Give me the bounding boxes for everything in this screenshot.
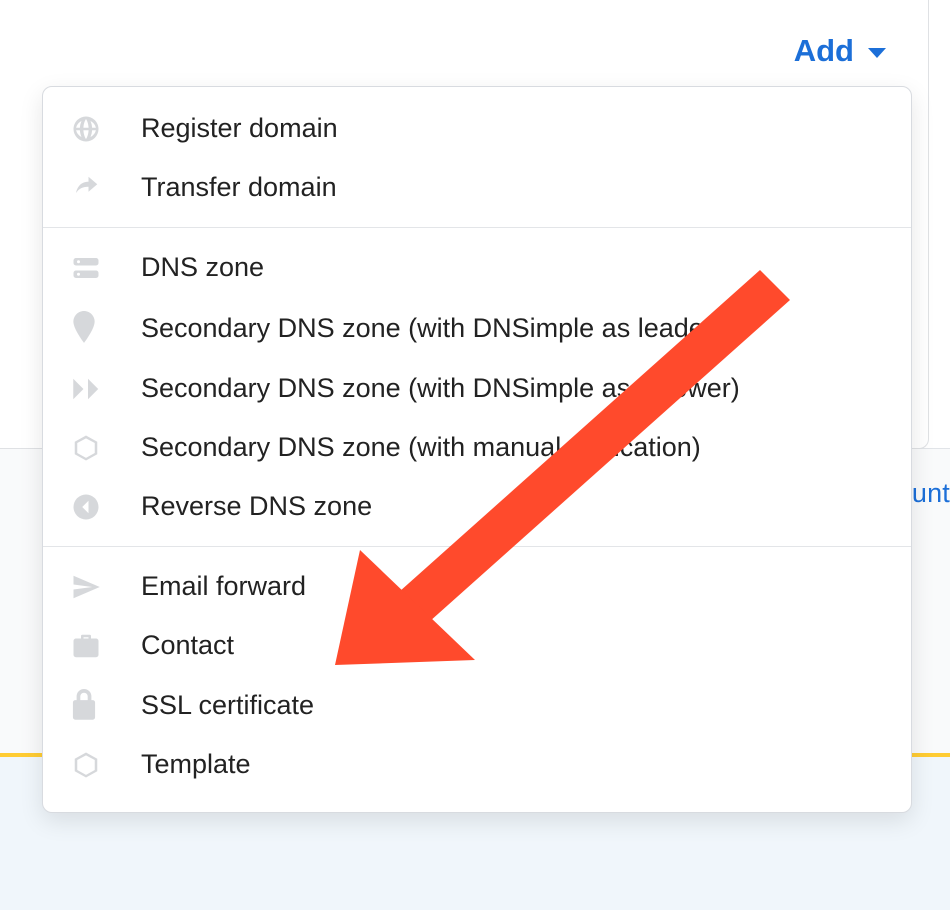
caret-down-icon	[868, 48, 886, 58]
contact-item[interactable]: Contact	[43, 616, 911, 675]
dns-zone-item[interactable]: DNS zone	[43, 238, 911, 297]
transfer-domain-item[interactable]: Transfer domain	[43, 158, 911, 217]
menu-item-label: DNS zone	[113, 252, 264, 283]
menu-item-label: Secondary DNS zone (with manual replicat…	[113, 432, 701, 463]
add-dropdown-menu: Register domain Transfer domain DNS zone…	[42, 86, 912, 813]
map-marker-icon	[71, 311, 113, 345]
menu-item-label: Register domain	[113, 113, 338, 144]
lock-icon	[71, 689, 113, 721]
add-label: Add	[794, 33, 854, 69]
briefcase-icon	[71, 632, 113, 660]
server-icon	[71, 255, 113, 281]
globe-icon	[71, 114, 113, 144]
menu-divider	[43, 546, 911, 547]
email-forward-item[interactable]: Email forward	[43, 557, 911, 616]
menu-item-label: Secondary DNS zone (with DNSimple as lea…	[113, 313, 722, 344]
menu-item-label: Contact	[113, 630, 234, 661]
register-domain-item[interactable]: Register domain	[43, 99, 911, 158]
forward-icon	[71, 376, 113, 402]
secondary-dns-leader-item[interactable]: Secondary DNS zone (with DNSimple as lea…	[43, 297, 911, 359]
cube-icon	[71, 433, 113, 463]
add-dropdown-trigger[interactable]: Add	[794, 33, 886, 69]
menu-divider	[43, 227, 911, 228]
secondary-dns-manual-item[interactable]: Secondary DNS zone (with manual replicat…	[43, 418, 911, 477]
secondary-dns-follower-item[interactable]: Secondary DNS zone (with DNSimple as fol…	[43, 359, 911, 418]
paper-plane-icon	[71, 572, 113, 602]
ssl-certificate-item[interactable]: SSL certificate	[43, 675, 911, 735]
menu-item-label: Email forward	[113, 571, 306, 602]
reverse-dns-item[interactable]: Reverse DNS zone	[43, 477, 911, 536]
menu-item-label: Reverse DNS zone	[113, 491, 372, 522]
menu-item-label: Secondary DNS zone (with DNSimple as fol…	[113, 373, 740, 404]
share-icon	[71, 173, 113, 203]
back-circle-icon	[71, 492, 113, 522]
menu-item-label: Template	[113, 749, 251, 780]
cube-icon	[71, 750, 113, 780]
menu-item-label: SSL certificate	[113, 690, 314, 721]
template-item[interactable]: Template	[43, 735, 911, 794]
truncated-link-text: unt	[912, 478, 950, 509]
menu-item-label: Transfer domain	[113, 172, 337, 203]
